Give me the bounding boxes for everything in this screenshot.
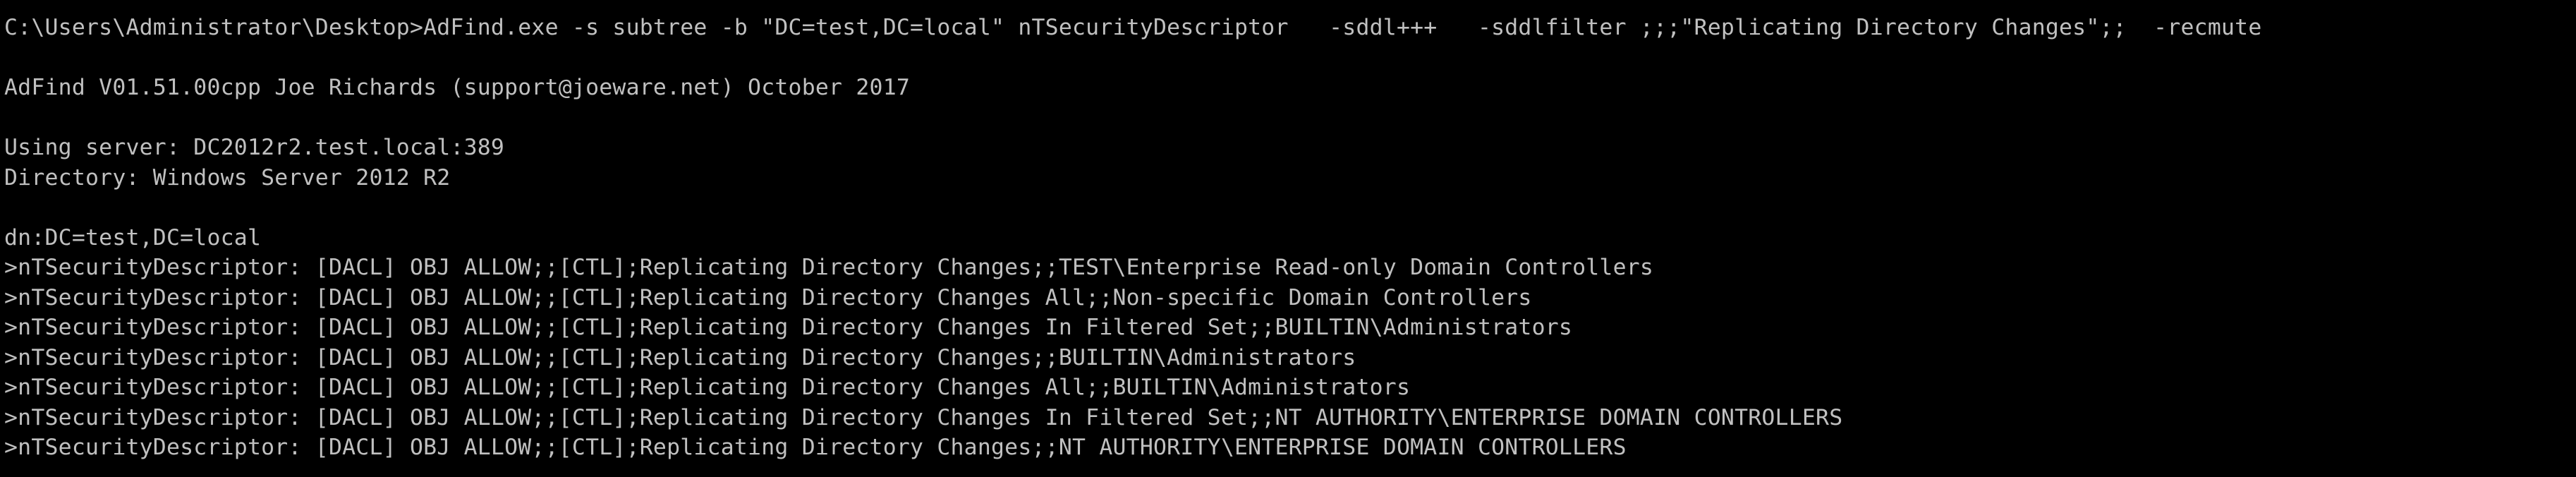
- result-line: >nTSecurityDescriptor: [DACL] OBJ ALLOW;…: [4, 255, 1654, 280]
- result-line: >nTSecurityDescriptor: [DACL] OBJ ALLOW;…: [4, 344, 1356, 370]
- console-output[interactable]: C:\Users\Administrator\Desktop>AdFind.ex…: [0, 0, 2576, 477]
- result-line: >nTSecurityDescriptor: [DACL] OBJ ALLOW;…: [4, 315, 1573, 340]
- result-line: >nTSecurityDescriptor: [DACL] OBJ ALLOW;…: [4, 375, 1411, 400]
- result-line: >nTSecurityDescriptor: [DACL] OBJ ALLOW;…: [4, 284, 1532, 310]
- server-line: Using server: DC2012r2.test.local:389: [4, 135, 505, 160]
- tool-banner: AdFind V01.51.00cpp Joe Richards (suppor…: [4, 75, 911, 100]
- dn-line: dn:DC=test,DC=local: [4, 224, 262, 250]
- result-line: >nTSecurityDescriptor: [DACL] OBJ ALLOW;…: [4, 404, 1843, 430]
- command-line: C:\Users\Administrator\Desktop>AdFind.ex…: [4, 15, 2262, 40]
- result-line: >nTSecurityDescriptor: [DACL] OBJ ALLOW;…: [4, 435, 1627, 460]
- directory-line: Directory: Windows Server 2012 R2: [4, 164, 451, 191]
